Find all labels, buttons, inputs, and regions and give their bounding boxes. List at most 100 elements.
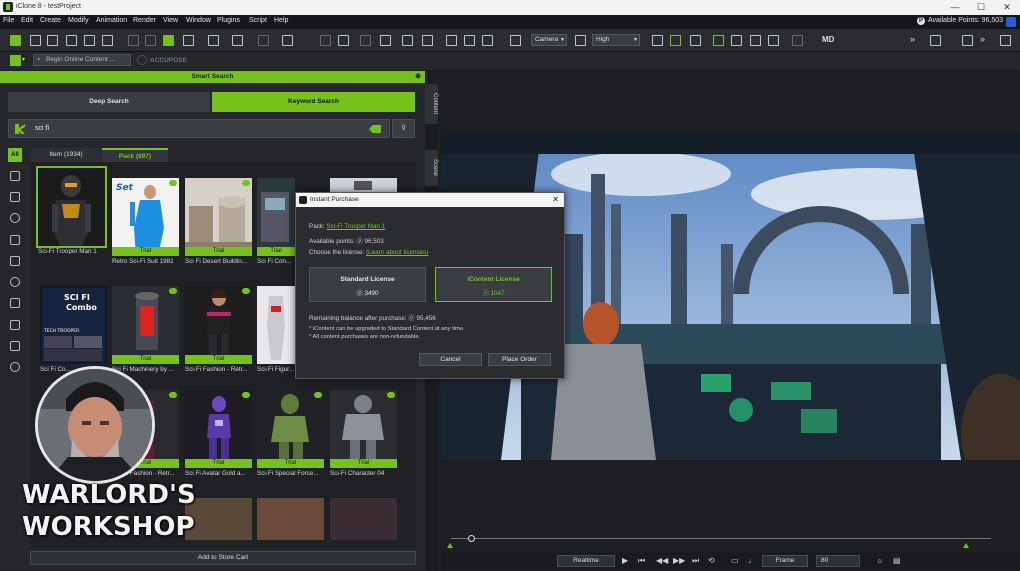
time-unit-select[interactable]: Frame <box>762 555 808 567</box>
wireframe-icon[interactable] <box>380 35 391 46</box>
category-head-icon[interactable] <box>10 213 20 223</box>
flag-icon[interactable] <box>731 35 742 46</box>
pack-tile[interactable]: Trial Sci Fi Desert Buildin... <box>185 178 252 268</box>
pack-tile[interactable]: Sci-Fi Trooper Man 1 <box>36 166 107 258</box>
redo-icon[interactable] <box>145 35 156 46</box>
category-other-icon[interactable] <box>10 362 20 372</box>
cancel-button[interactable]: Cancel <box>419 353 482 366</box>
place-order-button[interactable]: Place Order <box>488 353 551 366</box>
align-icon[interactable] <box>258 35 269 46</box>
menu-script[interactable]: Script <box>249 17 267 24</box>
path-icon[interactable] <box>690 35 701 46</box>
category-stack-icon[interactable] <box>10 235 20 245</box>
new-project-icon[interactable] <box>10 35 21 46</box>
filter-button[interactable]: ⊽ <box>392 119 415 138</box>
account-icon[interactable] <box>1006 17 1016 27</box>
tab-packs[interactable]: Pack (697) <box>102 148 168 162</box>
menu-window[interactable]: Window <box>186 17 211 24</box>
subtitle-icon[interactable]: ▭ <box>731 556 739 565</box>
category-image-icon[interactable] <box>10 192 20 202</box>
home-view-icon[interactable] <box>422 35 433 46</box>
tab-scene[interactable]: Scene <box>425 150 438 186</box>
motion-director-icon[interactable]: MD <box>822 35 834 44</box>
icontent-license-option[interactable]: iContent License ⓟ 1047 <box>435 267 552 302</box>
camera-select[interactable]: Camera ▾ <box>531 34 567 46</box>
timeline-panel-icon[interactable]: ▤ <box>893 556 901 565</box>
add-to-store-cart-button[interactable]: Add to Store Cart <box>30 551 416 565</box>
pack-tile[interactable]: Set Trial Retro Sci-Fi Suit 1982 <box>112 178 179 268</box>
end-marker-icon[interactable] <box>963 543 969 548</box>
menu-file[interactable]: File <box>3 17 14 24</box>
tools-icon[interactable] <box>768 35 779 46</box>
tab-items[interactable]: Item (1934) <box>31 148 101 162</box>
save-icon[interactable] <box>47 35 58 46</box>
expand-more-icon[interactable]: » <box>980 34 985 44</box>
snap-icon[interactable] <box>320 35 331 46</box>
pack-tile[interactable]: Trial Sci-Fi Special Force... <box>257 390 324 480</box>
standard-license-option[interactable]: Standard License ⓟ 3490 <box>309 267 426 302</box>
move-tool-icon[interactable] <box>183 35 194 46</box>
video-camera-icon[interactable] <box>575 35 586 46</box>
light-icon[interactable] <box>402 35 413 46</box>
start-marker-icon[interactable] <box>447 543 453 548</box>
tab-keyword-search[interactable]: Keyword Search <box>212 92 415 112</box>
accupose-label[interactable]: ACCUPOSE <box>150 57 187 64</box>
timeline-scrubber[interactable] <box>441 530 996 550</box>
menu-create[interactable]: Create <box>40 17 61 24</box>
menu-plugins[interactable]: Plugins <box>217 17 240 24</box>
pack-thumbnail[interactable] <box>257 498 324 540</box>
select-tool-icon[interactable] <box>163 35 174 46</box>
import-icon[interactable] <box>84 35 95 46</box>
frame-number-input[interactable]: 80 <box>816 555 860 567</box>
render-preview-icon[interactable] <box>338 35 349 46</box>
learn-licenses-link[interactable]: (Learn about licenses) <box>366 249 428 256</box>
pose-icon[interactable] <box>930 35 941 46</box>
menu-animation[interactable]: Animation <box>96 17 127 24</box>
category-effects-icon[interactable] <box>10 341 20 351</box>
pick-parent-icon[interactable] <box>652 35 663 46</box>
menu-modify[interactable]: Modify <box>68 17 89 24</box>
skip-end-icon[interactable]: ⏭ <box>692 556 699 566</box>
pack-tile[interactable]: Trial Sci Fi Machinery by ... <box>112 286 179 376</box>
open-icon[interactable] <box>30 35 41 46</box>
export-icon[interactable] <box>102 35 113 46</box>
grid-icon[interactable] <box>360 35 371 46</box>
tab-deep-search[interactable]: Deep Search <box>8 92 210 112</box>
scale-tool-icon[interactable] <box>232 35 243 46</box>
close-icon[interactable]: ✕ <box>552 193 559 207</box>
minimize-button[interactable]: — <box>942 1 968 14</box>
quality-select[interactable]: High ▾ <box>592 34 640 46</box>
save-as-icon[interactable] <box>66 35 77 46</box>
category-motion-icon[interactable] <box>10 277 20 287</box>
chevron-down-icon[interactable]: ▾ <box>22 56 25 63</box>
available-points[interactable]: P Available Points: 96,503 <box>917 17 1003 25</box>
loop-icon[interactable]: ⟲ <box>708 556 715 565</box>
keyword-search-input[interactable] <box>8 119 390 138</box>
settings-gear-icon[interactable]: ☼ <box>876 556 883 565</box>
fit-all-icon[interactable] <box>464 35 475 46</box>
audio-icon[interactable]: ♩ <box>748 556 756 565</box>
pack-thumbnail[interactable] <box>330 498 397 540</box>
online-content-search[interactable]: ⌕ Begin Online Content ... <box>33 54 131 66</box>
undo-icon[interactable] <box>128 35 139 46</box>
category-prop-icon[interactable] <box>10 256 20 266</box>
close-panel-icon[interactable]: ⊗ <box>415 71 421 83</box>
mocap-icon[interactable] <box>713 35 724 46</box>
maximize-button[interactable]: ☐ <box>968 1 994 14</box>
tab-content[interactable]: Content <box>425 84 438 124</box>
camera-fit-icon[interactable] <box>510 35 521 46</box>
menu-view[interactable]: View <box>163 17 178 24</box>
pack-name-link[interactable]: Sci-Fi Trooper Man 1 <box>327 223 386 230</box>
transform-icon[interactable] <box>282 35 293 46</box>
play-icon[interactable]: ▶ <box>622 556 628 565</box>
playhead-handle[interactable] <box>468 535 475 542</box>
view-options-icon[interactable] <box>482 35 493 46</box>
category-material-icon[interactable] <box>10 320 20 330</box>
step-forward-icon[interactable]: ▶▶ <box>673 556 685 565</box>
pack-tile[interactable]: Trial Sci-Fi Character 04 <box>330 390 397 480</box>
smart-content-icon[interactable] <box>10 55 21 66</box>
render-icon[interactable] <box>792 35 803 46</box>
pack-tile[interactable]: SCI FI Combo TECH TROOPER Sci Fi Co... <box>40 286 107 376</box>
menu-render[interactable]: Render <box>133 17 156 24</box>
close-window-button[interactable]: ✕ <box>994 1 1020 14</box>
